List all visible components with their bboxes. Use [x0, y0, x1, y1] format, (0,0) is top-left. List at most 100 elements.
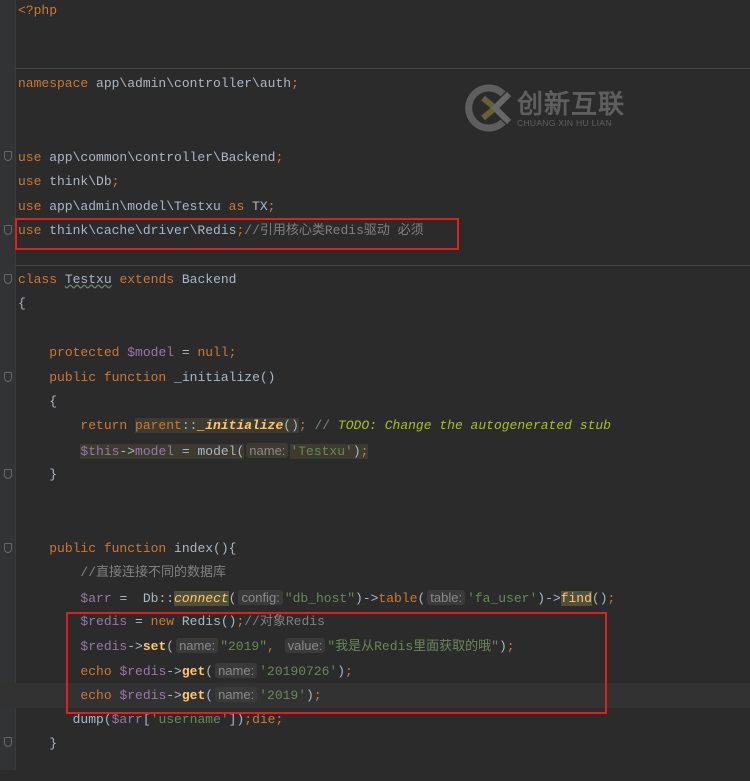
code-text: think\Db [41, 174, 112, 190]
code-text: app\common\controller\Backend [41, 149, 276, 165]
keyword: return [80, 418, 136, 434]
keyword: ; [298, 418, 307, 434]
code-text: ( [417, 590, 426, 606]
code-line[interactable]: use think\Db; [0, 170, 750, 194]
code-text: () [591, 590, 608, 606]
code-line[interactable]: <?php [0, 0, 750, 23]
code-line[interactable]: } [0, 463, 750, 487]
keyword: use [18, 198, 42, 214]
code-line[interactable]: } [0, 732, 750, 756]
code-text: index(){ [174, 540, 237, 556]
code-line[interactable] [0, 121, 750, 145]
keyword: as [228, 198, 245, 214]
code-line[interactable]: { [0, 292, 750, 316]
code-text: () [283, 418, 299, 434]
code-line[interactable]: //直接连接不同的数据库 [0, 561, 750, 585]
code-text: )-> [537, 590, 561, 606]
method-call: find [560, 590, 592, 606]
code-line[interactable] [0, 317, 750, 341]
code-text: _initialize() [166, 369, 276, 385]
code-line[interactable] [0, 23, 750, 47]
code-line[interactable] [0, 97, 750, 121]
keyword: ; [291, 76, 299, 92]
code-line[interactable] [0, 48, 750, 72]
code-token: _initialize [197, 418, 284, 434]
code-line[interactable]: namespace app\admin\controller\auth; [0, 72, 750, 96]
keyword: ; [607, 590, 616, 606]
code-line[interactable]: $this->model = model(name: 'Testxu'); [0, 439, 750, 463]
code-line[interactable]: protected $model = null; [0, 341, 750, 365]
watermark-logo: 创新互联 CHUANG XIN HU LIAN [465, 84, 635, 132]
code-text: app\admin\model\Testxu [41, 198, 229, 214]
code-text: :: [181, 418, 198, 434]
variable: $model [119, 345, 175, 361]
code-text: -> [119, 443, 136, 459]
code-text: { [18, 394, 58, 409]
method-call: connect [174, 590, 229, 606]
variable: model [135, 443, 175, 459]
string-literal: 'Testxu' [290, 443, 353, 459]
code-text: TX [244, 198, 268, 214]
comment: //直接连接不同的数据库 [80, 565, 227, 581]
keyword: parent [135, 418, 182, 434]
code-text: = [174, 345, 198, 361]
code-line[interactable] [0, 488, 750, 512]
method-call: table [378, 590, 418, 606]
comment: // [306, 418, 338, 434]
code-line[interactable]: public function index(){ [0, 537, 750, 561]
code-text: } [18, 467, 58, 483]
code-line[interactable]: { [0, 390, 750, 414]
keyword: <?php [18, 3, 58, 18]
code-text: { [18, 296, 26, 312]
watermark-brand-cn: 创新互联 [517, 90, 626, 120]
keyword: namespace [18, 76, 89, 92]
code-line[interactable]: return parent::_initialize(); // TODO: C… [0, 414, 750, 438]
highlight-box-redis-import [15, 218, 459, 250]
parameter-hint: table: [427, 589, 466, 605]
variable: $this [80, 443, 120, 459]
todo-comment: TODO: Change the autogenerated stub [337, 418, 611, 434]
keyword: public function [49, 540, 175, 556]
code-line[interactable]: $arr = Db::connect(config: "db_host")->ta… [0, 586, 750, 610]
code-line[interactable]: use app\common\controller\Backend; [0, 146, 750, 170]
parameter-hint: name: [246, 442, 289, 458]
keyword: ; [111, 174, 120, 190]
code-line[interactable] [0, 757, 750, 781]
watermark-brand-en: CHUANG XIN HU LIAN [517, 118, 612, 128]
keyword: ; [267, 198, 276, 214]
parameter-hint: config: [238, 589, 283, 605]
code-line[interactable] [0, 512, 750, 536]
code-text: )-> [355, 590, 379, 606]
keyword: use [18, 174, 42, 190]
code-text: = Db:: [111, 590, 175, 606]
keyword: null; [197, 345, 237, 361]
logo-icon [465, 84, 512, 132]
code-text: app\admin\controller\auth [88, 76, 292, 92]
code-line[interactable]: class Testxu extends Backend [0, 268, 750, 292]
code-text: ( [228, 590, 237, 606]
code-text: ) [352, 443, 361, 459]
variable: $arr [80, 590, 112, 606]
class-name: Testxu [64, 271, 112, 287]
code-line[interactable]: public function _initialize() [0, 366, 750, 390]
code-line[interactable]: use app\admin\model\Testxu as TX; [0, 195, 750, 219]
keyword: extends [119, 271, 175, 287]
keyword: use [18, 149, 42, 165]
keyword: ; [360, 443, 369, 459]
string-literal: 'fa_user' [467, 590, 538, 606]
string-literal: "db_host" [284, 590, 356, 606]
code-text: } [18, 736, 58, 752]
code-text: = model( [174, 443, 245, 459]
highlight-box-redis-usage [66, 612, 607, 714]
keyword: class [18, 271, 58, 287]
keyword: ; [275, 149, 284, 165]
code-text: Backend [174, 271, 237, 287]
